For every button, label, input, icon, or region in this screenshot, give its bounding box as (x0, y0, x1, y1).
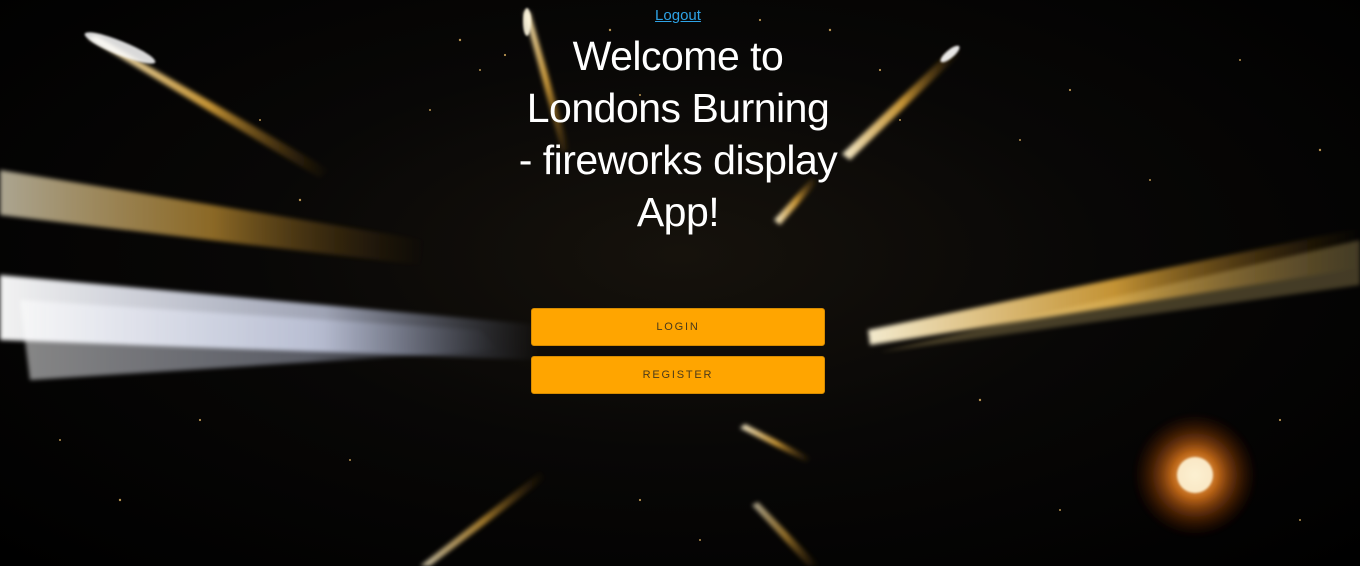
register-button[interactable]: REGISTER (531, 356, 825, 394)
page: Logout Welcome to Londons Burning - fire… (0, 0, 1360, 566)
logout-link[interactable]: Logout (531, 7, 825, 24)
login-button[interactable]: LOGIN (531, 308, 825, 346)
page-title: Welcome to Londons Burning - fireworks d… (518, 33, 838, 235)
